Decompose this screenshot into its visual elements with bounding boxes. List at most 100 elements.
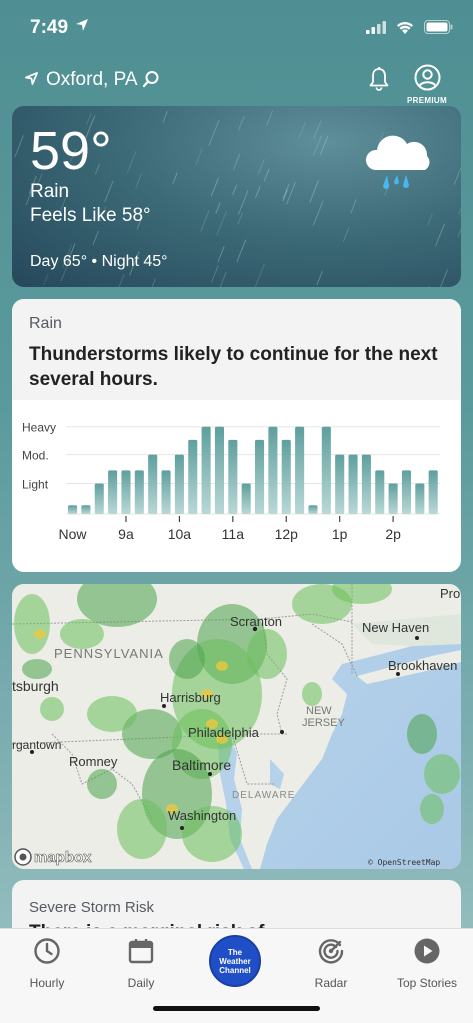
location-arrow-icon — [25, 72, 38, 85]
radar-blob — [14, 594, 50, 654]
map-label-harrisburg: Harrisburg — [160, 690, 221, 705]
tab-daily-label: Daily — [127, 976, 155, 990]
calendar-icon — [128, 939, 154, 964]
rain-forecast-card[interactable]: Rain Thunderstorms likely to continue fo… — [12, 299, 461, 572]
precip-bar — [348, 454, 358, 514]
radar-map-card[interactable]: Pro Scranton New Haven PENNSYLVANIA Broo… — [12, 584, 461, 869]
radar-heavy-cell — [34, 629, 46, 639]
map-label-pittsburgh: tsburgh — [12, 678, 59, 694]
map-label-philadelphia: Philadelphia — [188, 725, 260, 740]
precip-bar — [201, 426, 211, 514]
precip-bar — [295, 426, 305, 514]
location-header: Oxford, PA PREMIUM — [0, 62, 473, 105]
feels-like: Feels Like 58° — [30, 205, 151, 226]
precip-bar — [188, 439, 198, 514]
tab-hourly[interactable]: Hourly — [14, 929, 80, 990]
map-label-jersey: JERSEY — [302, 717, 345, 729]
location-services-icon — [76, 19, 88, 31]
premium-account-button[interactable]: PREMIUM — [404, 64, 450, 105]
precip-bar — [281, 439, 291, 514]
radar-blob — [60, 619, 104, 649]
radar-blob — [420, 794, 444, 824]
chart-x-tick-label: Now — [59, 526, 88, 542]
tab-radar-label: Radar — [314, 976, 348, 990]
precip-bar — [161, 470, 171, 514]
current-temperature: 59° — [30, 121, 112, 181]
tab-top-stories-label: Top Stories — [396, 976, 458, 990]
severe-storm-label: Severe Storm Risk — [29, 899, 155, 916]
precip-bar — [228, 439, 238, 514]
radar-blob — [169, 639, 205, 679]
current-condition: Rain — [30, 181, 70, 202]
radar-icon — [318, 939, 344, 964]
radar-blob — [247, 629, 287, 679]
map-label-delaware: DELAWARE — [232, 790, 295, 801]
status-bar: 7:49 — [0, 0, 473, 52]
battery-icon — [424, 20, 453, 34]
map-label-romney: Romney — [69, 754, 118, 769]
twc-logo-line-1: The — [227, 947, 243, 957]
status-icons — [366, 20, 453, 34]
precip-bar — [308, 505, 318, 514]
tab-radar[interactable]: Radar — [298, 929, 364, 990]
radar-blob — [87, 769, 117, 799]
map-label-new: NEW — [306, 705, 332, 717]
map-label-morgantown: rgantown — [12, 738, 61, 752]
map-label-new-haven: New Haven — [362, 620, 429, 635]
chart-x-tick-label: 11a — [222, 526, 245, 542]
map-label-pro: Pro — [440, 586, 460, 601]
current-conditions-card[interactable]: 59° Rain Feels Like 58° Day 65° • Night … — [12, 106, 461, 287]
precip-bar — [134, 470, 144, 514]
status-time: 7:49 — [30, 17, 69, 38]
precip-bar — [375, 470, 385, 514]
map-attribution[interactable]: © OpenStreetMap — [368, 858, 440, 867]
search-icon[interactable] — [142, 70, 160, 88]
precip-bar — [81, 505, 91, 514]
radar-blob — [22, 659, 52, 679]
rain-cloud-icon — [365, 135, 430, 189]
precip-bar — [321, 426, 331, 514]
radar-blob — [407, 714, 437, 754]
chart-x-tick-label: 10a — [168, 526, 192, 542]
cellular-signal-icon — [366, 20, 386, 34]
radar-blob — [117, 799, 167, 859]
rain-card-label: Rain — [29, 315, 62, 332]
radar-blob — [40, 697, 64, 721]
precip-bar — [415, 483, 425, 514]
rain-card-header: Rain Thunderstorms likely to continue fo… — [12, 299, 461, 400]
precip-bar — [148, 454, 158, 514]
twc-logo: The Weather Channel — [209, 935, 261, 987]
tab-daily[interactable]: Daily — [108, 929, 174, 990]
premium-label: PREMIUM — [407, 96, 447, 105]
precip-bar — [108, 470, 118, 514]
precip-bar — [174, 454, 184, 514]
twc-logo-line-3: Channel — [219, 965, 251, 975]
tab-twc-home[interactable]: The Weather Channel — [209, 929, 263, 987]
home-indicator[interactable] — [153, 1006, 320, 1011]
map-label-pennsylvania: PENNSYLVANIA — [54, 646, 164, 661]
chart-x-tick-label: 12p — [275, 526, 299, 542]
location-name[interactable]: Oxford, PA — [46, 69, 138, 91]
chart-y-level-label: Mod. — [22, 449, 49, 463]
account-icon — [414, 64, 440, 91]
precip-bar — [361, 454, 371, 514]
tab-top-stories[interactable]: Top Stories — [385, 929, 469, 990]
map-label-scranton: Scranton — [230, 614, 282, 629]
chart-y-level-label: Light — [22, 477, 49, 491]
radar-heavy-cell — [216, 661, 228, 671]
wifi-icon — [397, 21, 413, 34]
precip-bar — [121, 470, 131, 514]
radar-map[interactable]: Pro Scranton New Haven PENNSYLVANIA Broo… — [12, 584, 461, 869]
precip-bar — [268, 426, 278, 514]
precip-bar — [94, 483, 104, 514]
radar-blob — [302, 682, 322, 706]
rain-card-headline: Thunderstorms likely to continue for the… — [29, 344, 438, 390]
chart-x-tick-label: 2p — [385, 526, 401, 542]
map-label-brookhaven: Brookhaven — [388, 658, 457, 673]
radar-blob — [424, 754, 460, 794]
svg-text:mapbox: mapbox — [34, 849, 92, 866]
notifications-bell-icon[interactable] — [368, 66, 390, 92]
tab-hourly-label: Hourly — [29, 976, 65, 990]
chart-y-level-label: Heavy — [22, 421, 56, 435]
mapbox-logo: mapbox — [14, 848, 92, 866]
